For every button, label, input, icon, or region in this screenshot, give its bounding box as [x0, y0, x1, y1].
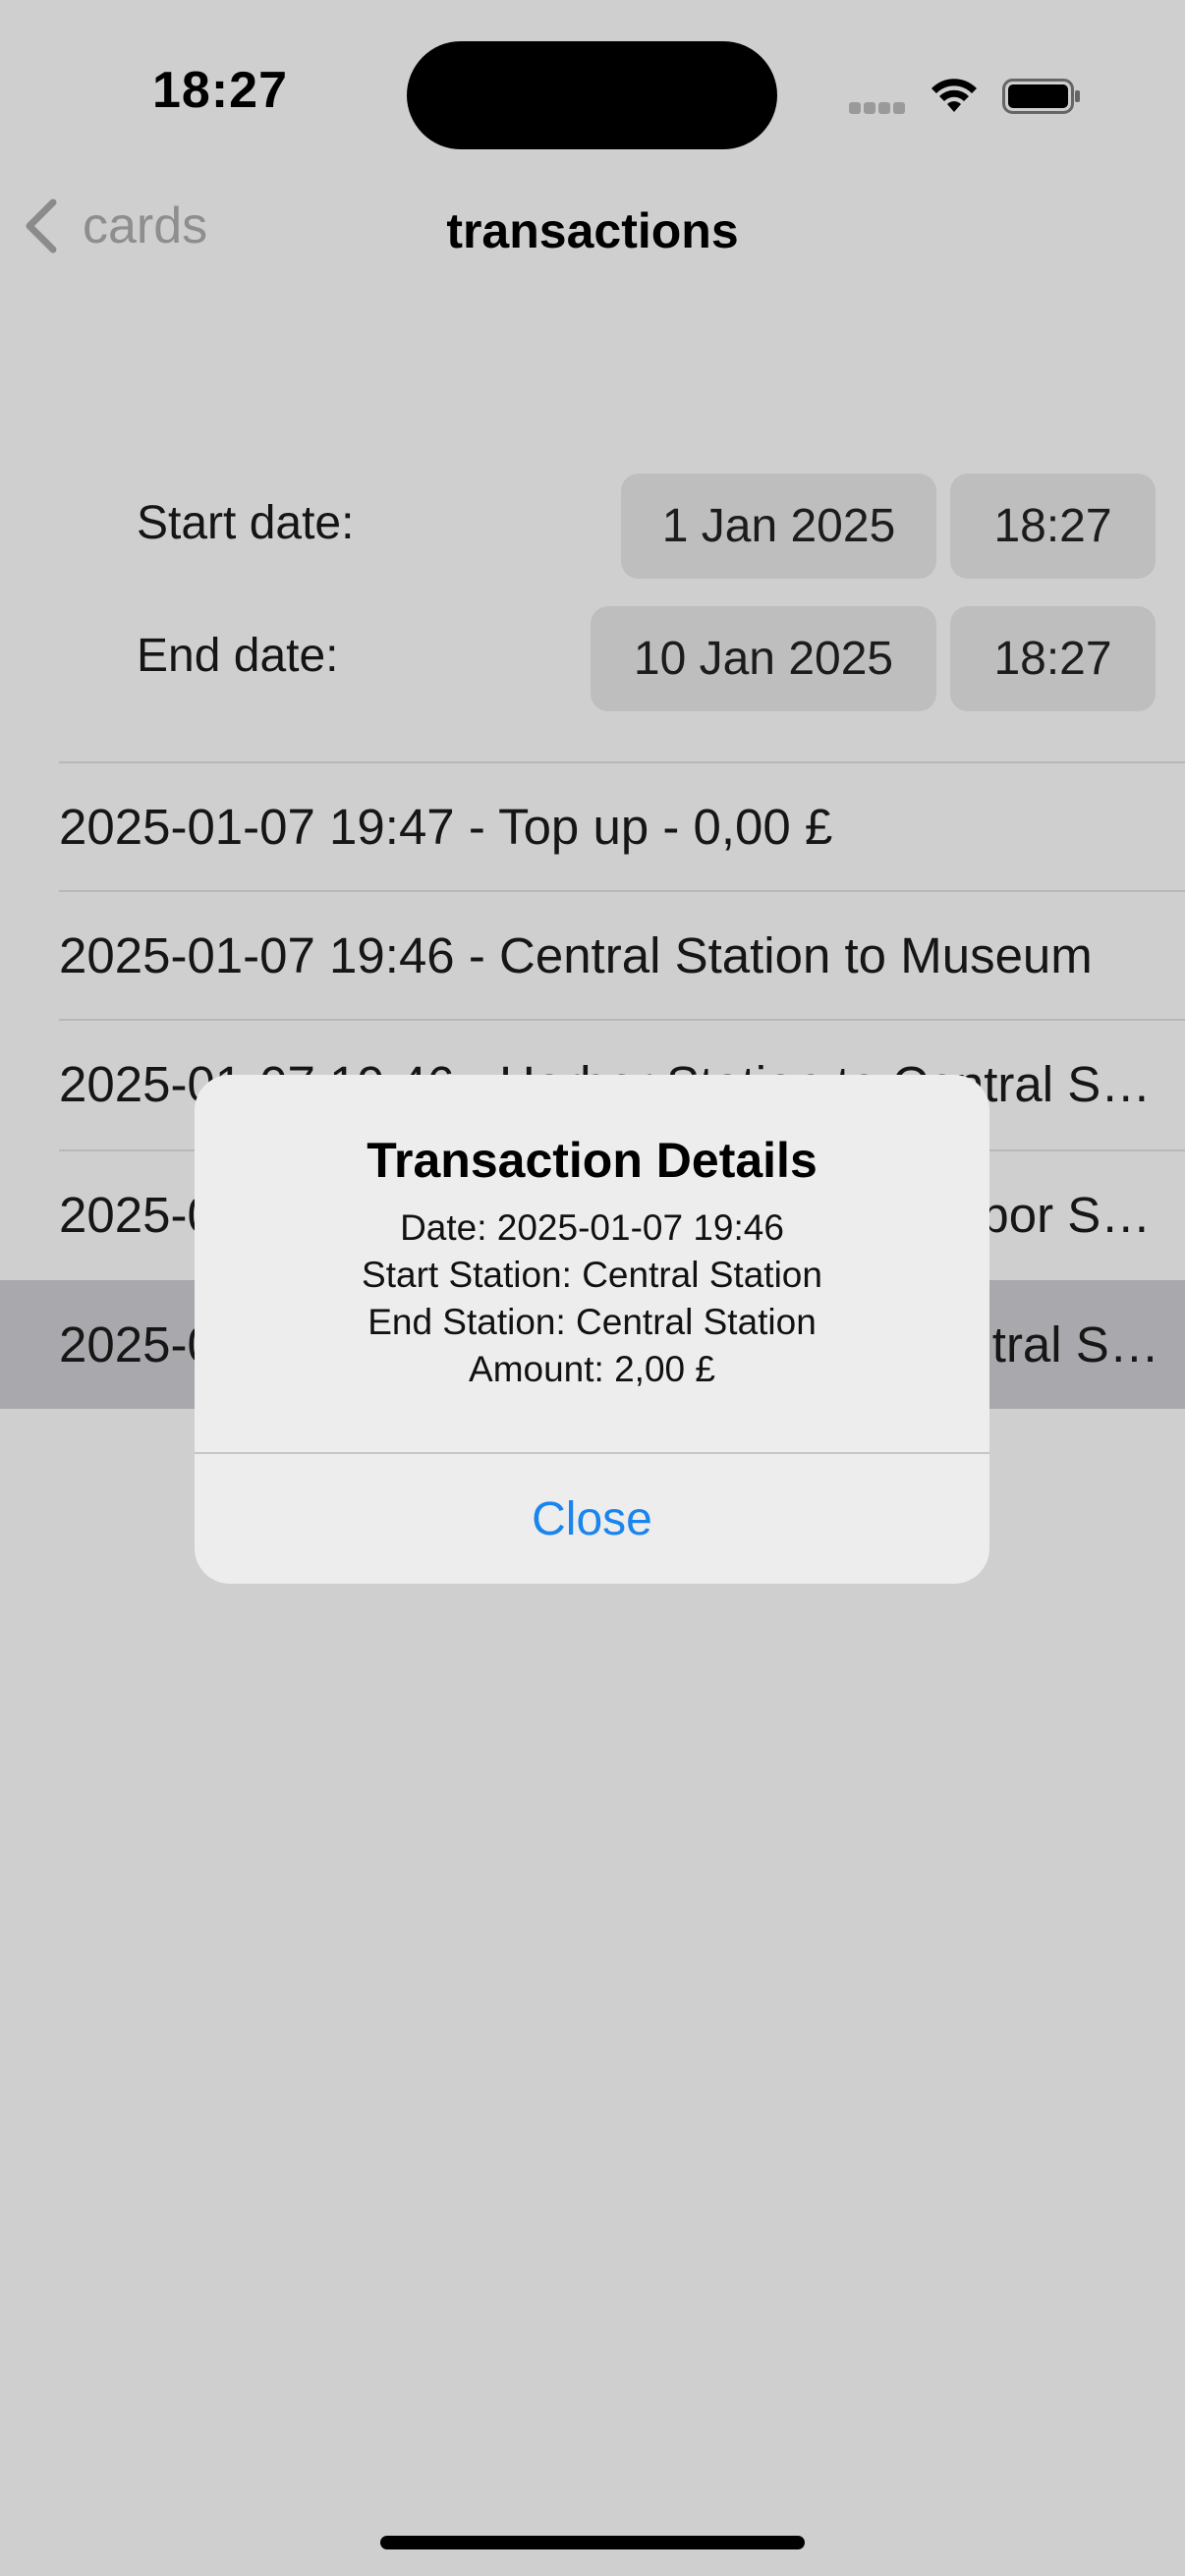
start-time-picker[interactable]: 18:27	[950, 474, 1156, 579]
start-date-label: Start date:	[137, 497, 355, 549]
transaction-row[interactable]: 2025-01-07 19:46 - Central Station to Mu…	[59, 892, 1159, 1020]
cellular-signal-icon	[849, 101, 908, 119]
alert-end-line: End Station: Central Station	[367, 1302, 817, 1342]
end-time-picker[interactable]: 18:27	[950, 606, 1156, 711]
home-indicator[interactable]	[380, 2536, 805, 2549]
end-date-label: End date:	[137, 630, 339, 682]
alert-amount-line: Amount: 2,00 £	[469, 1349, 715, 1389]
start-date-picker[interactable]: 1 Jan 2025	[621, 474, 936, 579]
alert-date-line: Date: 2025-01-07 19:46	[400, 1207, 784, 1248]
dynamic-island	[407, 41, 777, 149]
transaction-row[interactable]: 2025-01-07 19:47 - Top up - 0,00 £	[59, 763, 1159, 891]
alert-title: Transaction Details	[367, 1133, 818, 1188]
alert-start-line: Start Station: Central Station	[362, 1255, 822, 1295]
end-date-picker[interactable]: 10 Jan 2025	[591, 606, 936, 711]
page-title: transactions	[446, 203, 739, 258]
battery-icon	[1002, 79, 1080, 114]
wifi-icon	[931, 79, 977, 112]
close-button[interactable]: Close	[195, 1454, 989, 1584]
transaction-details-alert: Transaction Details Date: 2025-01-07 19:…	[195, 1075, 989, 1584]
alert-message: Date: 2025-01-07 19:46 Start Station: Ce…	[195, 1204, 989, 1393]
status-time: 18:27	[152, 62, 288, 119]
